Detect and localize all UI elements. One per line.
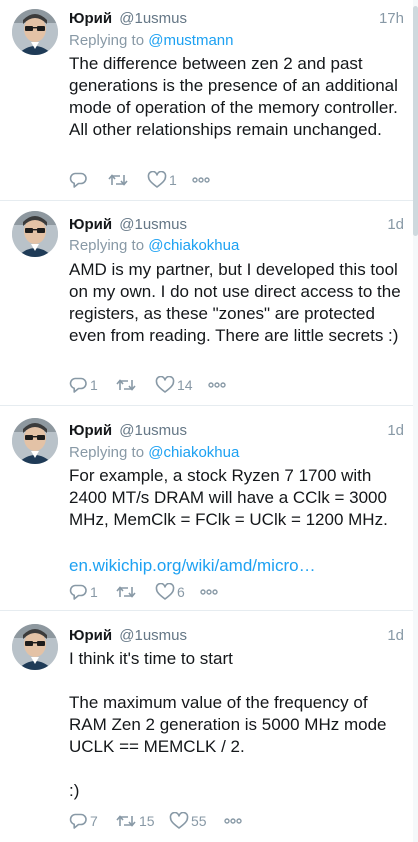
avatar[interactable] bbox=[12, 9, 58, 55]
like-button[interactable]: 14 bbox=[155, 374, 193, 396]
replying-to-user[interactable]: @chiakokhua bbox=[148, 444, 239, 461]
more-button[interactable] bbox=[207, 374, 227, 396]
reply-count: 7 bbox=[90, 813, 98, 829]
author-name[interactable]: Юрий bbox=[69, 216, 112, 233]
replying-to-label: Replying to bbox=[69, 444, 145, 461]
reply-button[interactable]: 1 bbox=[69, 374, 98, 396]
retweet-icon bbox=[116, 815, 136, 827]
scrollbar-thumb[interactable] bbox=[413, 6, 418, 236]
reply-icon bbox=[69, 813, 87, 829]
scrollbar[interactable] bbox=[413, 0, 418, 842]
like-button[interactable]: 6 bbox=[155, 581, 185, 603]
like-count: 55 bbox=[191, 813, 207, 829]
timestamp[interactable]: 1d bbox=[387, 421, 404, 441]
heart-icon bbox=[155, 583, 175, 600]
tweet-header: Юрий @1usmus 1d bbox=[69, 626, 404, 646]
tweet-text: AMD is my partner, but I developed this … bbox=[69, 260, 406, 345]
tweet-feed: Юрий @1usmus 17h Replying to @mustmann T… bbox=[0, 0, 418, 842]
more-button[interactable] bbox=[199, 581, 219, 603]
heart-icon bbox=[147, 171, 167, 188]
timestamp[interactable]: 1d bbox=[387, 626, 404, 646]
replying-to-user[interactable]: @chiakokhua bbox=[148, 237, 239, 254]
reply-button[interactable] bbox=[69, 169, 90, 191]
tweet[interactable]: Юрий @1usmus 1d Replying to @chiakokhua … bbox=[0, 201, 418, 406]
tweet[interactable]: Юрий @1usmus 1d Replying to @chiakokhua … bbox=[0, 406, 418, 611]
author-name[interactable]: Юрий bbox=[69, 422, 112, 439]
replying-to-user[interactable]: @mustmann bbox=[148, 32, 233, 49]
avatar[interactable] bbox=[12, 624, 58, 670]
more-button[interactable] bbox=[191, 169, 211, 191]
tweet-header: Юрий @1usmus 1d bbox=[69, 421, 404, 441]
retweet-button[interactable] bbox=[107, 169, 131, 191]
author-handle[interactable]: @1usmus bbox=[119, 627, 187, 644]
replying-to: Replying to @chiakokhua bbox=[69, 443, 239, 463]
author-handle[interactable]: @1usmus bbox=[119, 422, 187, 439]
avatar[interactable] bbox=[12, 211, 58, 257]
retweet-count: 15 bbox=[139, 813, 155, 829]
reply-count: 1 bbox=[90, 584, 98, 600]
like-button[interactable]: 55 bbox=[169, 810, 207, 832]
retweet-icon bbox=[108, 174, 128, 186]
replying-to-label: Replying to bbox=[69, 237, 145, 254]
more-icon bbox=[224, 818, 242, 824]
tweet[interactable]: Юрий @1usmus 1d I think it's time to sta… bbox=[0, 611, 418, 842]
more-icon bbox=[192, 177, 210, 183]
reply-button[interactable]: 1 bbox=[69, 581, 98, 603]
tweet-header: Юрий @1usmus 17h bbox=[69, 9, 404, 29]
tweet-text: I think it's time to start The maximum v… bbox=[69, 649, 387, 800]
more-icon bbox=[208, 382, 226, 388]
tweet-header: Юрий @1usmus 1d bbox=[69, 215, 404, 235]
tweet-text: For example, a stock Ryzen 7 1700 with 2… bbox=[69, 466, 392, 529]
author-name[interactable]: Юрий bbox=[69, 627, 112, 644]
tweet[interactable]: Юрий @1usmus 17h Replying to @mustmann T… bbox=[0, 0, 418, 201]
more-icon bbox=[200, 589, 218, 595]
retweet-button[interactable] bbox=[115, 374, 139, 396]
reply-icon bbox=[69, 377, 87, 393]
author-handle[interactable]: @1usmus bbox=[119, 216, 187, 233]
like-count: 1 bbox=[169, 172, 177, 188]
more-button[interactable] bbox=[223, 810, 243, 832]
replying-to: Replying to @mustmann bbox=[69, 31, 233, 51]
retweet-icon bbox=[116, 379, 136, 391]
retweet-button[interactable]: 15 bbox=[115, 810, 155, 832]
tweet-text: The difference between zen 2 and past ge… bbox=[69, 54, 403, 139]
like-button[interactable]: 1 bbox=[147, 169, 177, 191]
author-handle[interactable]: @1usmus bbox=[119, 10, 187, 27]
timestamp[interactable]: 17h bbox=[379, 9, 404, 29]
reply-icon bbox=[69, 584, 87, 600]
reply-button[interactable]: 7 bbox=[69, 810, 98, 832]
reply-count: 1 bbox=[90, 377, 98, 393]
replying-to: Replying to @chiakokhua bbox=[69, 236, 239, 256]
reply-icon bbox=[69, 172, 87, 188]
tweet-link[interactable]: en.wikichip.org/wiki/amd/micro… bbox=[69, 555, 409, 577]
retweet-icon bbox=[116, 586, 136, 598]
replying-to-label: Replying to bbox=[69, 32, 145, 49]
like-count: 14 bbox=[177, 377, 193, 393]
avatar[interactable] bbox=[12, 418, 58, 464]
author-name[interactable]: Юрий bbox=[69, 10, 112, 27]
like-count: 6 bbox=[177, 584, 185, 600]
timestamp[interactable]: 1d bbox=[387, 215, 404, 235]
heart-icon bbox=[169, 812, 189, 829]
heart-icon bbox=[155, 376, 175, 393]
retweet-button[interactable] bbox=[115, 581, 139, 603]
